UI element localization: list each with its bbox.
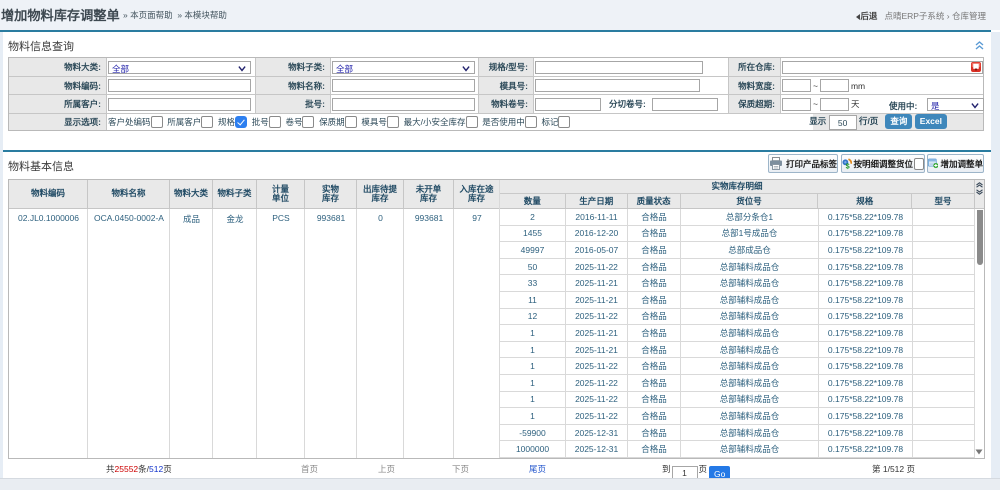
- svg-text:$: $: [846, 162, 850, 170]
